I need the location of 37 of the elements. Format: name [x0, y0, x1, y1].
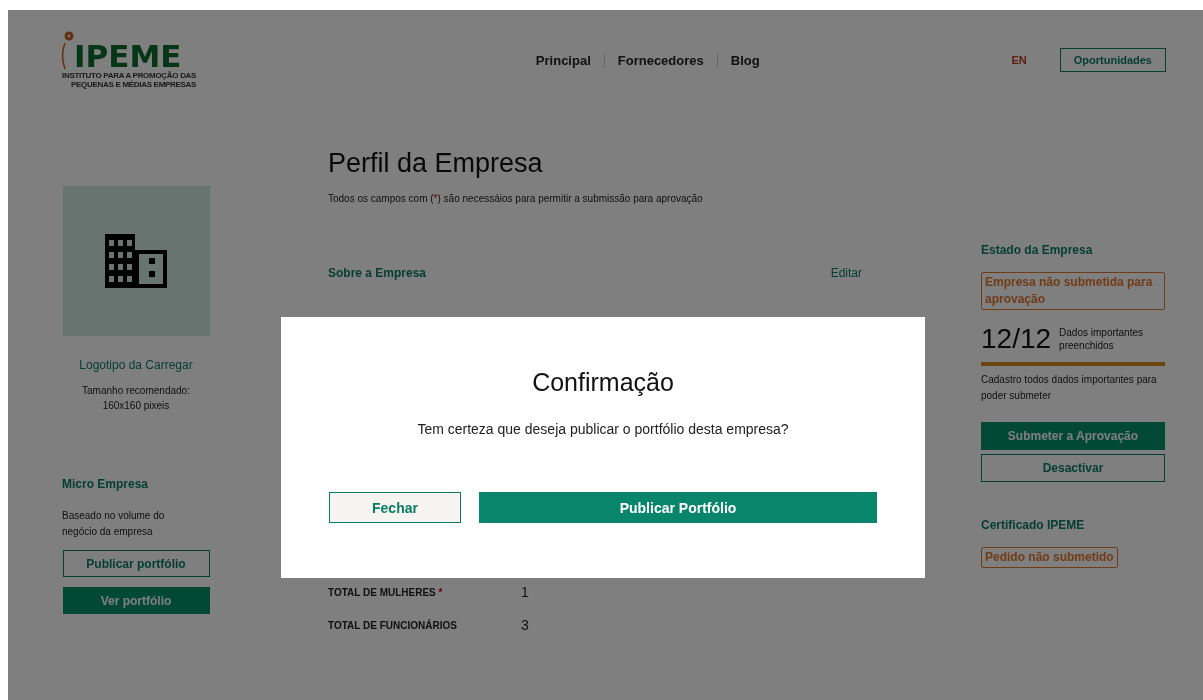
progress-label: Dados importantes preenchidos	[1059, 326, 1144, 352]
certificate-title: Certificado IPEME	[981, 518, 1086, 532]
upload-logo-link[interactable]: Logotipo da Carregar	[73, 357, 199, 373]
certificate-badge: Pedido não submetido	[981, 547, 1118, 568]
logo-placeholder[interactable]	[62, 186, 210, 336]
opportunities-button[interactable]: Oportunidades	[1059, 48, 1166, 72]
dialog-message: Tem certeza que deseja publicar o portfólio desta empresa?	[417, 421, 789, 437]
field-label: TOTAL DE FUNCIONÁRIOS	[328, 619, 458, 631]
nav-link[interactable]: Principal	[522, 52, 604, 68]
field-value: 3	[521, 617, 529, 633]
edit-link[interactable]: Editar	[830, 266, 862, 280]
status-title: Estado da Empresa	[981, 243, 1094, 257]
section-title: Sobre a Empresa	[328, 266, 427, 280]
dialog-button[interactable]: Publicar Portfólio	[479, 492, 877, 523]
page-title: Perfil da Empresa	[328, 148, 544, 179]
logo-icon	[60, 31, 74, 71]
logo-tagline: INSTITUTO PARA A PROMOÇÃO DAS PEQUENAS E MÉDIAS EMPRESAS	[62, 71, 197, 89]
field-label: TOTAL DE MULHERES *	[328, 586, 444, 598]
status-button[interactable]: Submeter a Aprovação	[981, 422, 1165, 450]
nav-link[interactable]: Fornecedores	[603, 52, 717, 68]
logo-text: IPEME	[74, 41, 182, 71]
portfolio-button[interactable]: Publicar portfólio	[62, 550, 210, 577]
progress-count: 12/12	[981, 323, 1052, 355]
field-value: 1	[521, 584, 529, 600]
dialog-button[interactable]: Fechar	[329, 492, 461, 523]
company-category: Micro Empresa	[62, 477, 149, 491]
size-hint: Tamanho recomendado: 160x160 pixeis	[82, 384, 190, 413]
dialog-title: Confirmação	[532, 368, 674, 397]
language-link[interactable]: EN	[1005, 53, 1033, 67]
submit-hint: Cadastro todos dados importantes para poder submeter	[981, 373, 1158, 403]
building-icon	[105, 234, 167, 288]
required-note: Todos os campos com (*) são necessáios para permitir a submissão para aprovação	[328, 193, 704, 204]
category-note: Baseado no volume do negócio da empresa	[62, 509, 166, 539]
status-button[interactable]: Desactivar	[981, 454, 1165, 482]
nav-link[interactable]: Blog	[716, 52, 773, 68]
status-badge: Empresa não submetida para aprovação	[981, 272, 1165, 310]
portfolio-button[interactable]: Ver portfólio	[62, 587, 210, 614]
